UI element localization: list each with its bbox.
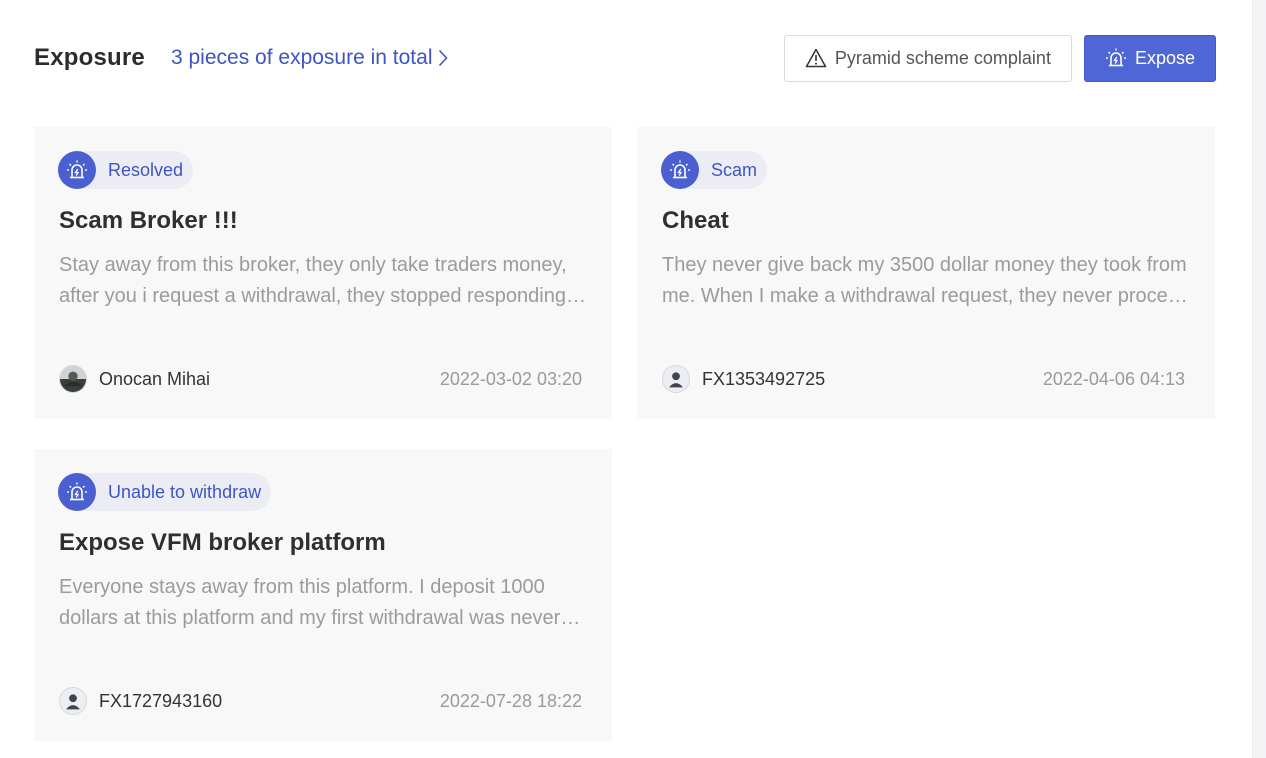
card-author: FX1727943160 [59,687,222,715]
default-user-icon [59,687,87,715]
exposure-header: Exposure 3 pieces of exposure in total P… [34,34,1216,82]
card-date: 2022-04-06 04:13 [1042,369,1185,389]
header-actions: Pyramid scheme complaint Expose [783,34,1216,82]
card-title: Expose VFM broker platform [59,529,386,556]
exposure-card[interactable]: Scam Cheat They never give back my 3500 … [637,127,1215,419]
expose-button[interactable]: Expose [1083,34,1216,82]
status-badge: Resolved [58,151,194,189]
expose-label: Expose [1134,47,1195,68]
author-name: FX1353492725 [702,368,826,389]
alarm-light-icon [58,151,96,189]
card-author: FX1353492725 [662,365,825,393]
default-user-icon [662,365,690,393]
page-title: Exposure [34,44,145,71]
card-description: Everyone stays away from this platform. … [59,576,561,629]
status-label: Unable to withdraw [108,481,262,502]
card-description: They never give back my 3500 dollar mone… [662,254,1188,307]
status-label: Scam [711,159,758,180]
alarm-light-icon [1105,47,1127,69]
pyramid-complaint-label: Pyramid scheme complaint [834,47,1051,68]
user-photo-icon [59,365,87,393]
total-exposure-link[interactable]: 3 pieces of exposure in total [171,46,449,70]
card-date: 2022-07-28 18:22 [439,691,582,711]
card-date: 2022-03-02 03:20 [439,369,582,389]
status-badge: Unable to withdraw [58,473,272,511]
card-description: Stay away from this broker, they only ta… [59,254,567,307]
author-name: Onocan Mihai [99,368,211,389]
pyramid-complaint-button[interactable]: Pyramid scheme complaint [783,34,1072,82]
chevron-right-icon [438,49,449,67]
author-name: FX1727943160 [99,690,223,711]
exposure-card[interactable]: Unable to withdraw Expose VFM broker pla… [34,449,612,741]
card-title: Scam Broker !!! [59,207,238,234]
alarm-light-icon [661,151,699,189]
status-label: Resolved [108,159,184,180]
alarm-light-icon [58,473,96,511]
status-badge: Scam [661,151,768,189]
card-author: Onocan Mihai [59,365,210,393]
total-exposure-label: 3 pieces of exposure in total [170,46,433,69]
exposure-card[interactable]: Resolved Scam Broker !!! Stay away from … [34,127,612,419]
right-scroll-rail [1252,0,1266,758]
card-title: Cheat [662,207,729,234]
warning-icon [805,48,827,68]
